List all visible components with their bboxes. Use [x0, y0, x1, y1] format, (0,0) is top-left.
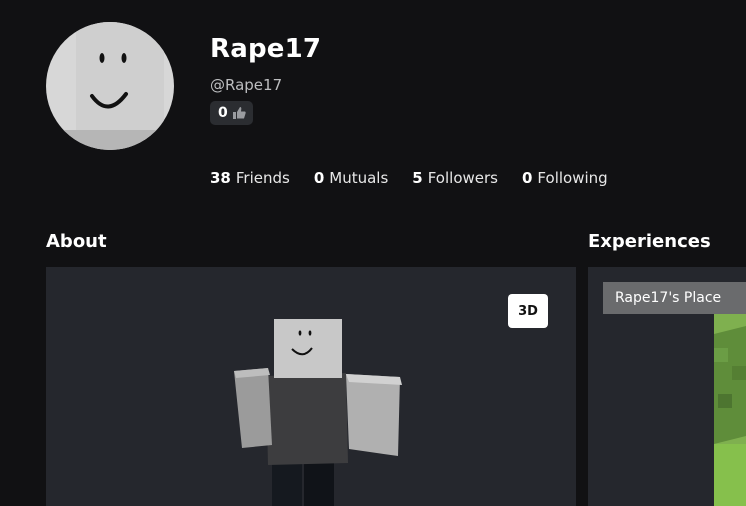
about-heading: About	[46, 231, 107, 252]
following-count: 0	[521, 169, 533, 187]
smiley-face-icon	[90, 53, 128, 109]
stat-following[interactable]: 0 Following	[522, 169, 608, 187]
thumbs-up-icon	[232, 107, 246, 119]
profile-stats: 38 Friends 0 Mutuals 5 Followers 0 Following	[210, 169, 608, 187]
following-label: Following	[537, 169, 608, 187]
experience-thumbnail	[714, 314, 746, 506]
display-name: Rape17	[210, 34, 322, 64]
likes-count: 0	[218, 105, 228, 121]
followers-label: Followers	[427, 169, 498, 187]
mutuals-label: Mutuals	[329, 169, 389, 187]
experience-card[interactable]: Rape17's Place	[588, 267, 746, 506]
avatar-3d-figure	[234, 319, 402, 506]
friends-label: Friends	[235, 169, 290, 187]
followers-count: 5	[412, 169, 423, 187]
likes-badge[interactable]: 0	[210, 101, 253, 125]
mutuals-count: 0	[313, 169, 325, 187]
profile-avatar[interactable]	[46, 22, 174, 150]
avatar-viewer[interactable]: 3D	[46, 267, 576, 506]
experiences-heading: Experiences	[588, 231, 711, 252]
friends-count: 38	[210, 169, 231, 187]
stat-followers[interactable]: 5 Followers	[412, 169, 498, 187]
username: @Rape17	[210, 76, 283, 94]
stat-friends[interactable]: 38 Friends	[210, 169, 290, 187]
stat-mutuals[interactable]: 0 Mutuals	[314, 169, 388, 187]
experience-title[interactable]: Rape17's Place	[603, 282, 746, 314]
